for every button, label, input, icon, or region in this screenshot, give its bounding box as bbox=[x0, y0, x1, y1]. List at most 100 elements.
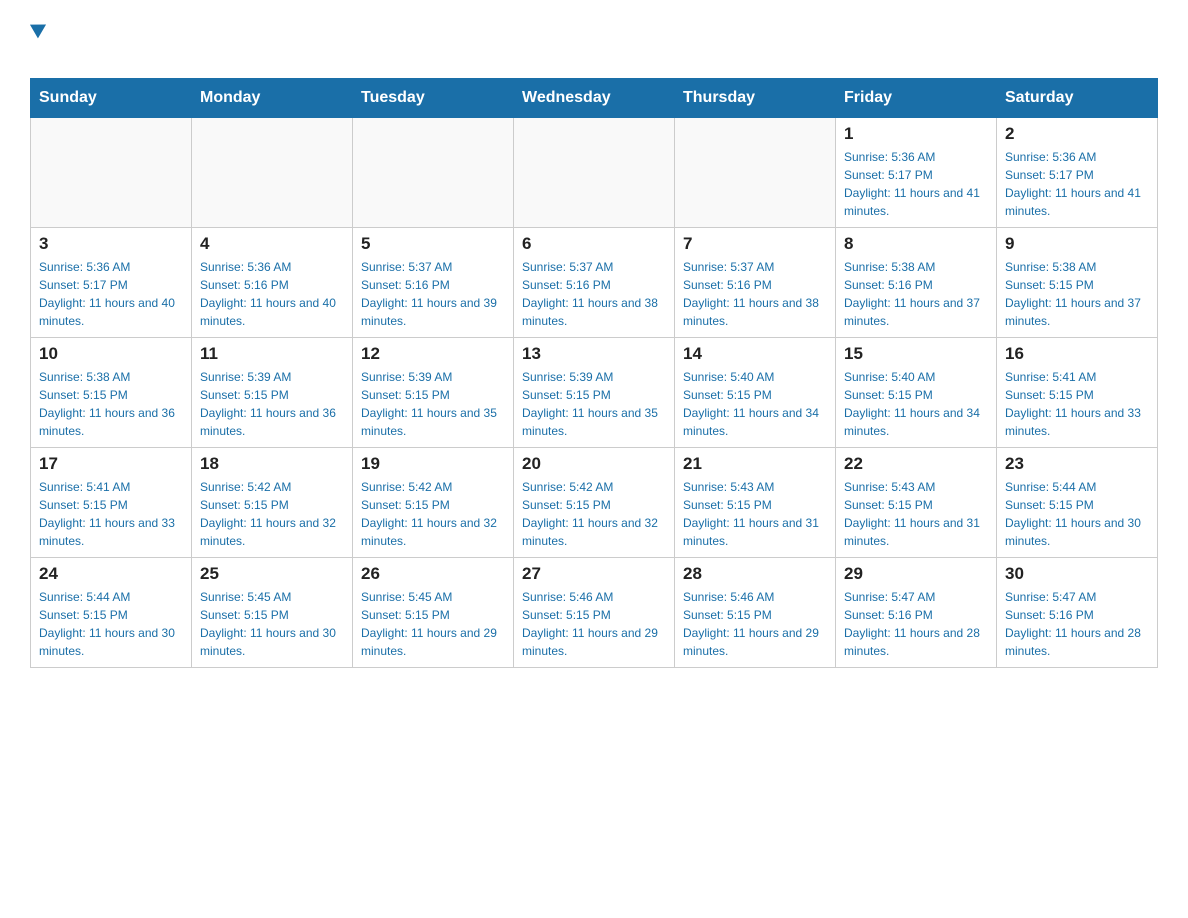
calendar-cell: 5 Sunrise: 5:37 AMSunset: 5:16 PMDaylight… bbox=[353, 228, 514, 338]
calendar-table: SundayMondayTuesdayWednesdayThursdayFrid… bbox=[30, 78, 1158, 668]
calendar-cell bbox=[675, 118, 836, 228]
sun-info: Sunrise: 5:42 AMSunset: 5:15 PMDaylight:… bbox=[361, 478, 505, 550]
calendar-cell: 27 Sunrise: 5:46 AMSunset: 5:15 PMDayligh… bbox=[514, 558, 675, 668]
calendar-cell: 6Sunrise: 5:37 AMSunset: 5:16 PMDaylight… bbox=[514, 228, 675, 338]
calendar-cell: 25 Sunrise: 5:45 AMSunset: 5:15 PMDayligh… bbox=[192, 558, 353, 668]
week-row-1: 3Sunrise: 5:36 AMSunset: 5:17 PMDaylight… bbox=[31, 228, 1158, 338]
calendar-cell: 26Sunrise: 5:45 AMSunset: 5:15 PMDayligh… bbox=[353, 558, 514, 668]
calendar-header-tuesday: Tuesday bbox=[353, 79, 514, 118]
calendar-header-wednesday: Wednesday bbox=[514, 79, 675, 118]
calendar-cell: 28 Sunrise: 5:46 AMSunset: 5:15 PMDayligh… bbox=[675, 558, 836, 668]
logo-arrow-icon bbox=[30, 18, 50, 39]
calendar-cell: 29Sunrise: 5:47 AMSunset: 5:16 PMDayligh… bbox=[836, 558, 997, 668]
day-number: 6 bbox=[522, 234, 666, 254]
day-number: 10 bbox=[39, 344, 183, 364]
sun-info: Sunrise: 5:39 AMSunset: 5:15 PMDaylight:… bbox=[361, 368, 505, 440]
calendar-header-sunday: Sunday bbox=[31, 79, 192, 118]
day-number: 2 bbox=[1005, 124, 1149, 144]
day-number: 23 bbox=[1005, 454, 1149, 474]
day-number: 25 bbox=[200, 564, 344, 584]
logo bbox=[30, 20, 47, 68]
calendar-cell: 1 Sunrise: 5:36 AMSunset: 5:17 PMDaylight… bbox=[836, 118, 997, 228]
day-number: 30 bbox=[1005, 564, 1149, 584]
calendar-cell: 19 Sunrise: 5:42 AMSunset: 5:15 PMDayligh… bbox=[353, 448, 514, 558]
calendar-cell: 23 Sunrise: 5:44 AMSunset: 5:15 PMDayligh… bbox=[997, 448, 1158, 558]
sun-info: Sunrise: 5:41 AMSunset: 5:15 PMDaylight:… bbox=[1005, 368, 1149, 440]
sun-info: Sunrise: 5:40 AMSunset: 5:15 PMDaylight:… bbox=[683, 368, 827, 440]
sun-info: Sunrise: 5:36 AMSunset: 5:17 PMDaylight:… bbox=[844, 148, 988, 220]
calendar-cell: 22Sunrise: 5:43 AMSunset: 5:15 PMDayligh… bbox=[836, 448, 997, 558]
calendar-header-row: SundayMondayTuesdayWednesdayThursdayFrid… bbox=[31, 79, 1158, 118]
sun-info: Sunrise: 5:41 AMSunset: 5:15 PMDaylight:… bbox=[39, 478, 183, 550]
day-number: 12 bbox=[361, 344, 505, 364]
calendar-cell bbox=[514, 118, 675, 228]
calendar-cell: 3Sunrise: 5:36 AMSunset: 5:17 PMDaylight… bbox=[31, 228, 192, 338]
day-number: 1 bbox=[844, 124, 988, 144]
calendar-cell: 16Sunrise: 5:41 AMSunset: 5:15 PMDayligh… bbox=[997, 338, 1158, 448]
sun-info: Sunrise: 5:46 AMSunset: 5:15 PMDaylight:… bbox=[683, 588, 827, 660]
day-number: 17 bbox=[39, 454, 183, 474]
calendar-cell bbox=[31, 118, 192, 228]
day-number: 27 bbox=[522, 564, 666, 584]
calendar-cell: 13 Sunrise: 5:39 AMSunset: 5:15 PMDayligh… bbox=[514, 338, 675, 448]
calendar-cell: 30 Sunrise: 5:47 AMSunset: 5:16 PMDayligh… bbox=[997, 558, 1158, 668]
week-row-4: 24Sunrise: 5:44 AMSunset: 5:15 PMDayligh… bbox=[31, 558, 1158, 668]
sun-info: Sunrise: 5:38 AMSunset: 5:16 PMDaylight:… bbox=[844, 258, 988, 330]
calendar-cell: 11Sunrise: 5:39 AMSunset: 5:15 PMDayligh… bbox=[192, 338, 353, 448]
calendar-header-friday: Friday bbox=[836, 79, 997, 118]
day-number: 9 bbox=[1005, 234, 1149, 254]
day-number: 4 bbox=[200, 234, 344, 254]
day-number: 7 bbox=[683, 234, 827, 254]
calendar-cell bbox=[353, 118, 514, 228]
sun-info: Sunrise: 5:39 AMSunset: 5:15 PMDaylight:… bbox=[200, 368, 344, 440]
sun-info: Sunrise: 5:36 AMSunset: 5:17 PMDaylight:… bbox=[39, 258, 183, 330]
sun-info: Sunrise: 5:38 AMSunset: 5:15 PMDaylight:… bbox=[39, 368, 183, 440]
sun-info: Sunrise: 5:46 AMSunset: 5:15 PMDaylight:… bbox=[522, 588, 666, 660]
day-number: 19 bbox=[361, 454, 505, 474]
calendar-cell: 21 Sunrise: 5:43 AMSunset: 5:15 PMDayligh… bbox=[675, 448, 836, 558]
day-number: 22 bbox=[844, 454, 988, 474]
day-number: 15 bbox=[844, 344, 988, 364]
day-number: 26 bbox=[361, 564, 505, 584]
sun-info: Sunrise: 5:40 AMSunset: 5:15 PMDaylight:… bbox=[844, 368, 988, 440]
calendar-header-saturday: Saturday bbox=[997, 79, 1158, 118]
calendar-cell: 24Sunrise: 5:44 AMSunset: 5:15 PMDayligh… bbox=[31, 558, 192, 668]
calendar-cell: 15 Sunrise: 5:40 AMSunset: 5:15 PMDayligh… bbox=[836, 338, 997, 448]
day-number: 13 bbox=[522, 344, 666, 364]
week-row-3: 17 Sunrise: 5:41 AMSunset: 5:15 PMDayligh… bbox=[31, 448, 1158, 558]
sun-info: Sunrise: 5:37 AMSunset: 5:16 PMDaylight:… bbox=[361, 258, 505, 330]
calendar-header-thursday: Thursday bbox=[675, 79, 836, 118]
calendar-cell: 8 Sunrise: 5:38 AMSunset: 5:16 PMDaylight… bbox=[836, 228, 997, 338]
day-number: 29 bbox=[844, 564, 988, 584]
sun-info: Sunrise: 5:36 AMSunset: 5:16 PMDaylight:… bbox=[200, 258, 344, 330]
sun-info: Sunrise: 5:42 AMSunset: 5:15 PMDaylight:… bbox=[200, 478, 344, 550]
sun-info: Sunrise: 5:42 AMSunset: 5:15 PMDaylight:… bbox=[522, 478, 666, 550]
day-number: 18 bbox=[200, 454, 344, 474]
sun-info: Sunrise: 5:44 AMSunset: 5:15 PMDaylight:… bbox=[1005, 478, 1149, 550]
calendar-cell: 20 Sunrise: 5:42 AMSunset: 5:15 PMDayligh… bbox=[514, 448, 675, 558]
calendar-cell: 18 Sunrise: 5:42 AMSunset: 5:15 PMDayligh… bbox=[192, 448, 353, 558]
day-number: 21 bbox=[683, 454, 827, 474]
calendar-cell: 12 Sunrise: 5:39 AMSunset: 5:15 PMDayligh… bbox=[353, 338, 514, 448]
calendar-cell: 2Sunrise: 5:36 AMSunset: 5:17 PMDaylight… bbox=[997, 118, 1158, 228]
calendar-cell: 7 Sunrise: 5:37 AMSunset: 5:16 PMDaylight… bbox=[675, 228, 836, 338]
sun-info: Sunrise: 5:39 AMSunset: 5:15 PMDaylight:… bbox=[522, 368, 666, 440]
sun-info: Sunrise: 5:44 AMSunset: 5:15 PMDaylight:… bbox=[39, 588, 183, 660]
sun-info: Sunrise: 5:38 AMSunset: 5:15 PMDaylight:… bbox=[1005, 258, 1149, 330]
calendar-cell bbox=[192, 118, 353, 228]
calendar-cell: 9 Sunrise: 5:38 AMSunset: 5:15 PMDaylight… bbox=[997, 228, 1158, 338]
day-number: 28 bbox=[683, 564, 827, 584]
day-number: 8 bbox=[844, 234, 988, 254]
calendar-cell: 17 Sunrise: 5:41 AMSunset: 5:15 PMDayligh… bbox=[31, 448, 192, 558]
sun-info: Sunrise: 5:45 AMSunset: 5:15 PMDaylight:… bbox=[200, 588, 344, 660]
sun-info: Sunrise: 5:37 AMSunset: 5:16 PMDaylight:… bbox=[683, 258, 827, 330]
page-header bbox=[30, 20, 1158, 68]
calendar-cell: 4 Sunrise: 5:36 AMSunset: 5:16 PMDaylight… bbox=[192, 228, 353, 338]
calendar-cell: 10 Sunrise: 5:38 AMSunset: 5:15 PMDayligh… bbox=[31, 338, 192, 448]
sun-info: Sunrise: 5:43 AMSunset: 5:15 PMDaylight:… bbox=[683, 478, 827, 550]
day-number: 14 bbox=[683, 344, 827, 364]
sun-info: Sunrise: 5:47 AMSunset: 5:16 PMDaylight:… bbox=[1005, 588, 1149, 660]
day-number: 20 bbox=[522, 454, 666, 474]
week-row-2: 10 Sunrise: 5:38 AMSunset: 5:15 PMDayligh… bbox=[31, 338, 1158, 448]
day-number: 5 bbox=[361, 234, 505, 254]
